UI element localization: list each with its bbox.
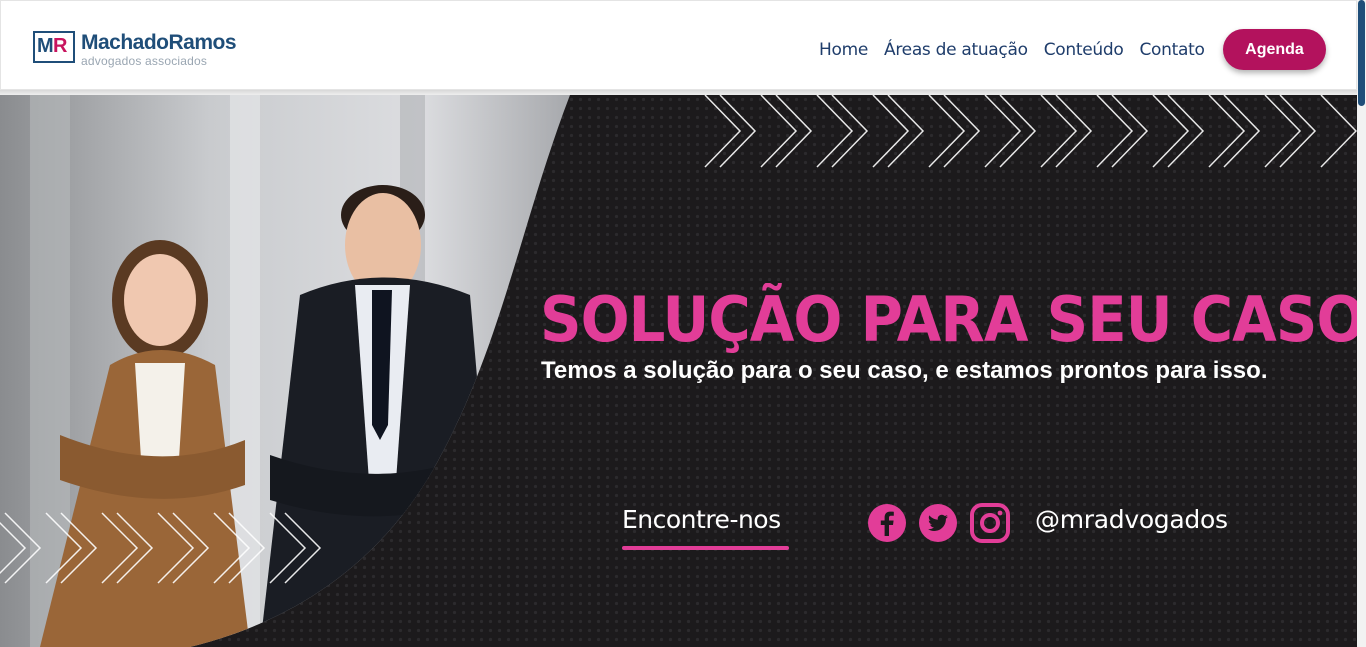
logo-name: MachadoRamos (81, 31, 237, 54)
twitter-icon[interactable] (918, 503, 958, 543)
nav-areas-de-atuacao[interactable]: Áreas de atuação (884, 40, 1028, 60)
logo-subtitle: advogados associados (81, 54, 208, 68)
scrollbar-thumb[interactable] (1358, 0, 1365, 106)
hero-subheadline: Temos a solução para o seu caso, e estam… (541, 357, 1268, 384)
site-header: M R MachadoRamos advogados associados Ho… (0, 0, 1357, 90)
agenda-button[interactable]: Agenda (1223, 29, 1326, 70)
logo[interactable]: M R MachadoRamos advogados associados (33, 31, 237, 68)
decorative-chevrons-bottom (0, 512, 322, 584)
nav-contato[interactable]: Contato (1139, 40, 1204, 60)
hero-section: SOLUÇÃO PARA SEU CASO! Temos a solução p… (0, 95, 1366, 647)
header-divider (0, 90, 1357, 95)
logo-text: MachadoRamos advogados associados (81, 31, 237, 68)
page-scrollbar[interactable] (1357, 0, 1366, 647)
find-us-underline (622, 546, 789, 550)
decorative-chevrons-top (704, 95, 1357, 168)
logo-mark: M R (33, 31, 75, 63)
logo-mark-m: M (37, 35, 54, 57)
nav-home[interactable]: Home (819, 40, 868, 60)
facebook-icon[interactable] (867, 503, 907, 543)
find-us-label: Encontre-nos (622, 505, 781, 534)
hero-headline: SOLUÇÃO PARA SEU CASO! (540, 283, 1366, 356)
logo-mark-r: R (53, 35, 68, 57)
main-nav: Home Áreas de atuação Conteúdo Contato (819, 40, 1221, 60)
social-handle[interactable]: @mradvogados (1035, 505, 1228, 534)
instagram-icon[interactable] (970, 503, 1010, 543)
nav-conteudo[interactable]: Conteúdo (1044, 40, 1124, 60)
page: M R MachadoRamos advogados associados Ho… (0, 0, 1366, 647)
